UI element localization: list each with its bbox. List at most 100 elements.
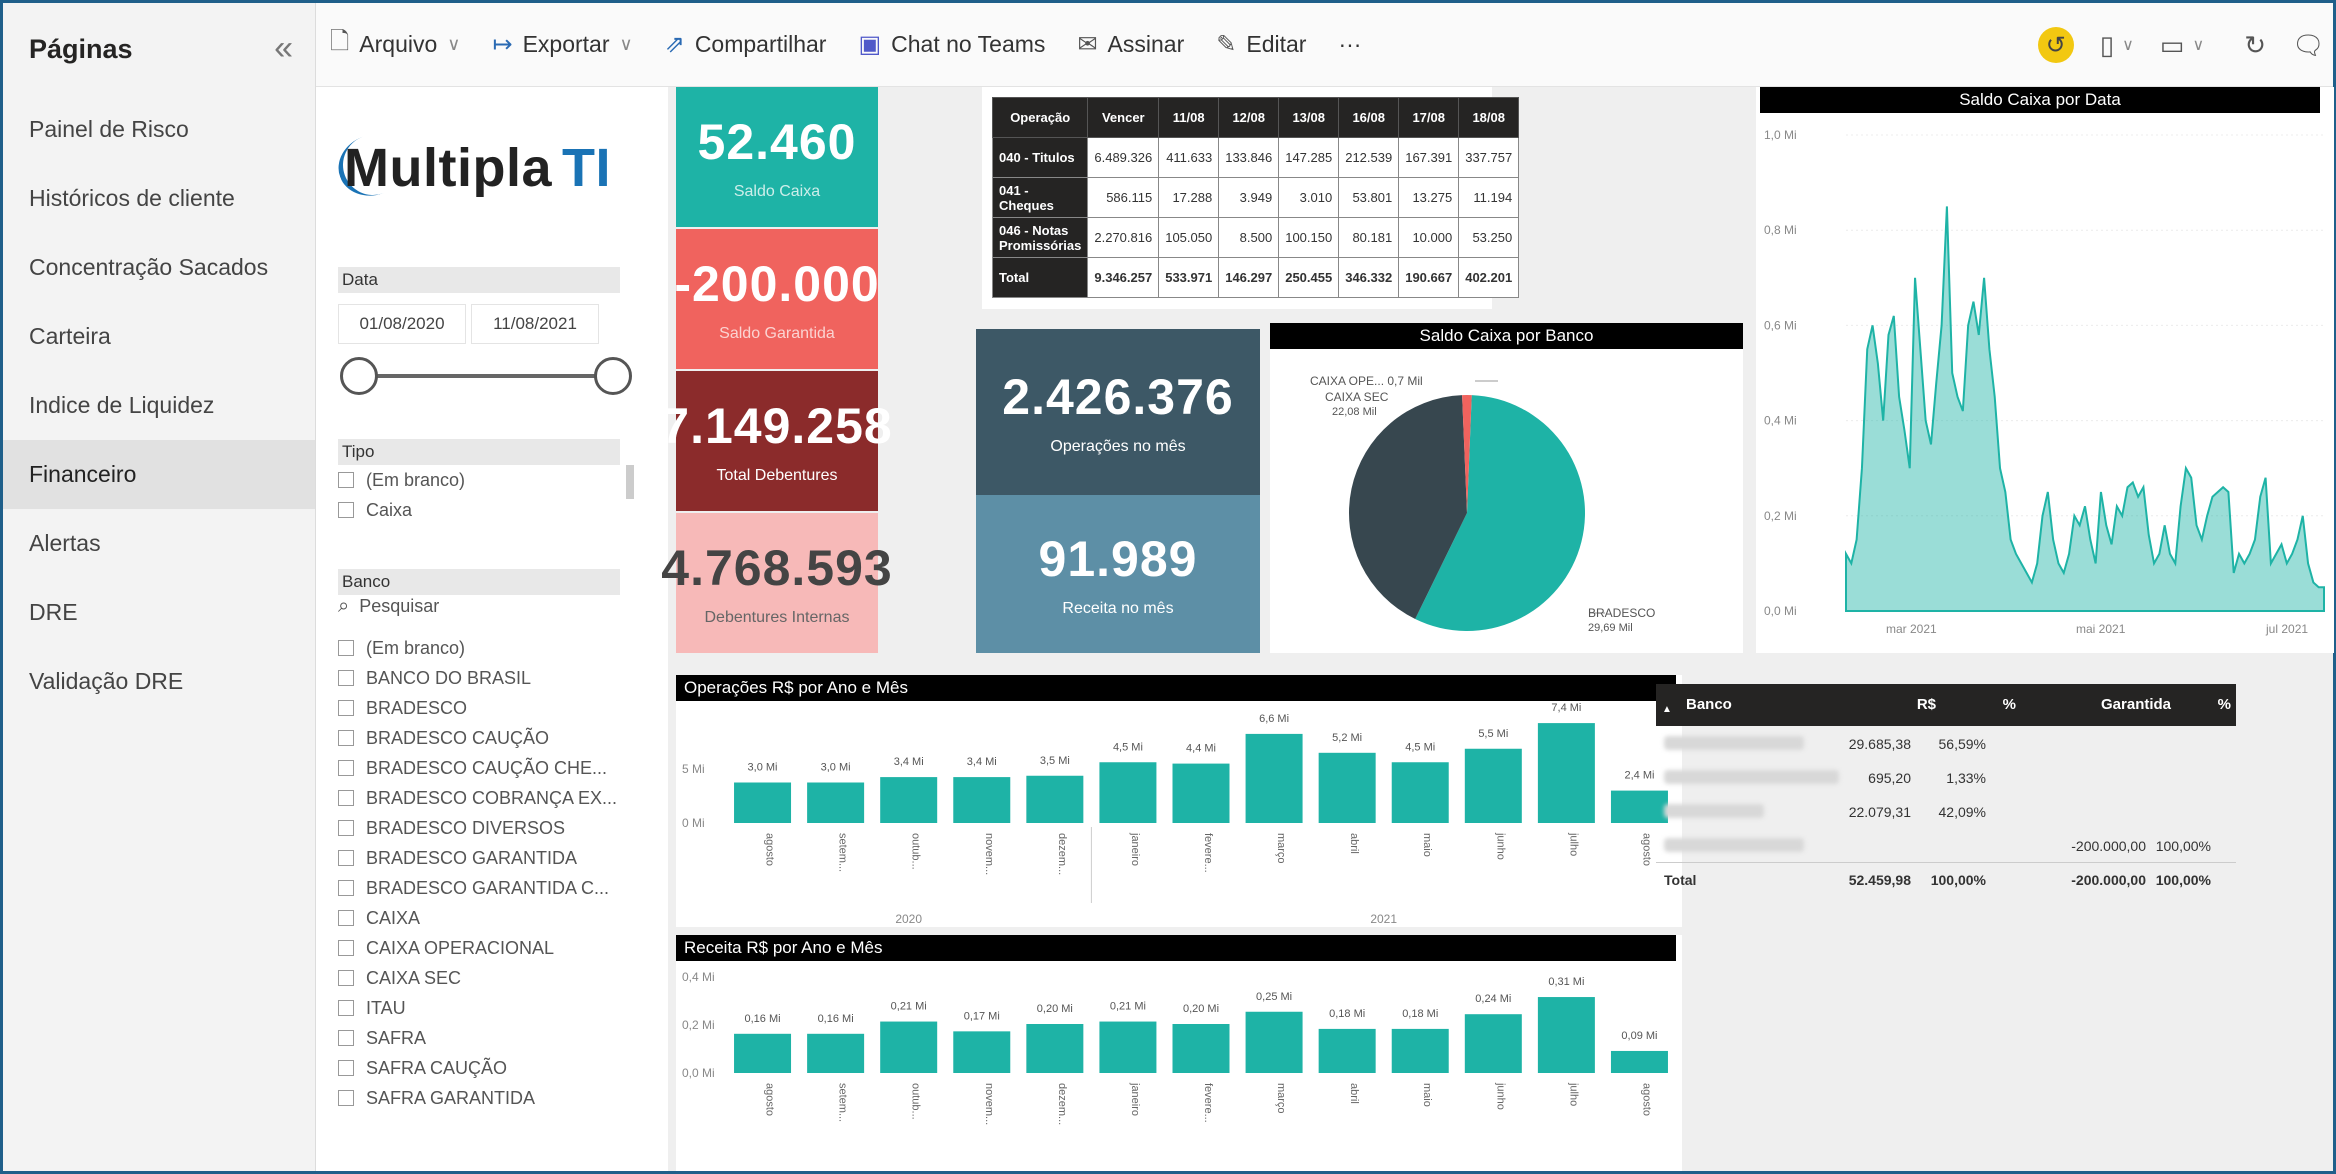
assinar-button[interactable]: ✉ Assinar [1077, 30, 1184, 59]
checkbox[interactable] [338, 1060, 354, 1076]
checkbox[interactable] [338, 910, 354, 926]
page-item[interactable]: Alertas [3, 509, 315, 578]
compartilhar-button[interactable]: ⇗ Compartilhar [665, 30, 827, 59]
checkbox[interactable] [338, 700, 354, 716]
bar[interactable] [734, 782, 792, 824]
reset-button[interactable]: ↺ [2037, 27, 2074, 63]
bar[interactable] [1172, 1024, 1230, 1073]
bar[interactable] [1099, 1021, 1157, 1073]
bar[interactable] [1464, 748, 1522, 823]
bank-header-cell[interactable]: R$ [1876, 696, 1936, 713]
area-series[interactable] [1845, 206, 2325, 612]
checkbox[interactable] [338, 1030, 354, 1046]
page-item[interactable]: Concentração Sacados [3, 233, 315, 302]
comment-button[interactable]: 🗨 [2292, 30, 2325, 61]
date-to-input[interactable]: 11/08/2021 [471, 304, 599, 344]
page-item[interactable]: Financeiro [3, 440, 315, 509]
bank-header-cell[interactable]: % [2171, 696, 2231, 713]
page-item[interactable]: Validação DRE [3, 647, 315, 716]
checkbox[interactable] [338, 970, 354, 986]
date-slider-start-handle[interactable] [340, 357, 378, 395]
banco-option[interactable]: (Em branco) [338, 633, 465, 663]
sort-icon[interactable]: ▲ [1662, 704, 1672, 715]
bar[interactable] [1391, 1028, 1449, 1073]
arquivo-menu[interactable]: 🗋 Arquivo ∨ [330, 24, 460, 65]
banco-option[interactable]: BRADESCO [338, 693, 467, 723]
bank-header-cell[interactable]: Garantida [2101, 696, 2171, 713]
bank-header-cell[interactable]: Banco [1686, 696, 1746, 713]
editar-button[interactable]: ✎ Editar [1216, 30, 1306, 59]
bar[interactable] [1026, 775, 1084, 823]
banco-option[interactable]: BRADESCO CAUÇÃO [338, 723, 549, 753]
bar[interactable] [1245, 1011, 1303, 1073]
exportar-menu[interactable]: ↦ Exportar ∨ [492, 30, 632, 59]
checkbox[interactable] [338, 760, 354, 776]
bank-header-cell[interactable]: % [1956, 696, 2016, 713]
checkbox[interactable] [338, 1000, 354, 1016]
banco-option[interactable]: BRADESCO CAUÇÃO CHE... [338, 753, 607, 783]
banco-option[interactable]: BRADESCO GARANTIDA C... [338, 873, 609, 903]
bar[interactable] [953, 777, 1011, 823]
checkbox[interactable] [338, 670, 354, 686]
banco-option[interactable]: CAIXA OPERACIONAL [338, 933, 554, 963]
bar[interactable] [1099, 762, 1157, 823]
bar[interactable] [1318, 1028, 1376, 1073]
bar[interactable] [953, 1031, 1011, 1073]
checkbox[interactable] [338, 790, 354, 806]
checkbox[interactable] [338, 820, 354, 836]
bar[interactable] [1026, 1024, 1084, 1073]
checkbox[interactable] [338, 940, 354, 956]
banco-option[interactable]: BANCO DO BRASIL [338, 663, 531, 693]
bar[interactable] [1172, 763, 1230, 823]
more-options-button[interactable]: ··· [1338, 31, 1361, 58]
table-cell: 3.949 [1218, 177, 1280, 218]
checkbox[interactable] [338, 472, 354, 488]
banco-option[interactable]: SAFRA GARANTIDA [338, 1083, 535, 1113]
tipo-scrollbar[interactable] [626, 465, 634, 499]
page-item[interactable]: Indice de Liquidez [3, 371, 315, 440]
view-button[interactable]: ▭ ∨ [2160, 30, 2204, 61]
bar[interactable] [1537, 997, 1595, 1073]
bar[interactable] [807, 782, 865, 824]
banco-option[interactable]: CAIXA SEC [338, 963, 461, 993]
bar[interactable] [807, 1033, 865, 1073]
bar[interactable] [1610, 1050, 1668, 1073]
page-item[interactable]: Históricos de cliente [3, 164, 315, 233]
date-slider-end-handle[interactable] [594, 357, 632, 395]
bar[interactable] [1245, 733, 1303, 823]
banco-option[interactable]: SAFRA [338, 1023, 426, 1053]
banco-option[interactable]: SAFRA CAUÇÃO [338, 1053, 507, 1083]
banco-option[interactable]: ITAU [338, 993, 406, 1023]
page-item[interactable]: Carteira [3, 302, 315, 371]
page-item[interactable]: Painel de Risco [3, 95, 315, 164]
banco-option[interactable]: BRADESCO GARANTIDA [338, 843, 577, 873]
banco-option[interactable]: BRADESCO DIVERSOS [338, 813, 565, 843]
collapse-pane-icon[interactable]: « [274, 29, 293, 68]
bar[interactable] [734, 1033, 792, 1073]
bar[interactable] [880, 1021, 938, 1073]
bar-data-label: 5,2 Mi [1332, 732, 1362, 744]
x-tick-label: mai 2021 [2076, 622, 2126, 636]
bar[interactable] [1464, 1014, 1522, 1073]
bookmark-button[interactable]: ▯ ∨ [2100, 30, 2134, 61]
banco-option[interactable]: BRADESCO COBRANÇA EX... [338, 783, 617, 813]
checkbox[interactable] [338, 640, 354, 656]
banco-search[interactable]: ⌕ Pesquisar [338, 595, 439, 618]
checkbox[interactable] [338, 880, 354, 896]
checkbox[interactable] [338, 1090, 354, 1106]
date-slider-track[interactable] [362, 374, 612, 378]
checkbox[interactable] [338, 850, 354, 866]
refresh-button[interactable]: ↻ [2244, 30, 2266, 61]
page-item[interactable]: DRE [3, 578, 315, 647]
bar[interactable] [1318, 752, 1376, 823]
checkbox[interactable] [338, 730, 354, 746]
banco-option[interactable]: CAIXA [338, 903, 420, 933]
checkbox[interactable] [338, 502, 354, 518]
bar[interactable] [1391, 762, 1449, 823]
date-from-input[interactable]: 01/08/2020 [338, 304, 466, 344]
bar[interactable] [880, 777, 938, 823]
chat-teams-button[interactable]: ▣ Chat no Teams [858, 30, 1045, 59]
tipo-option[interactable]: Caixa [338, 495, 412, 525]
tipo-option[interactable]: (Em branco) [338, 465, 465, 495]
bar[interactable] [1537, 723, 1595, 823]
